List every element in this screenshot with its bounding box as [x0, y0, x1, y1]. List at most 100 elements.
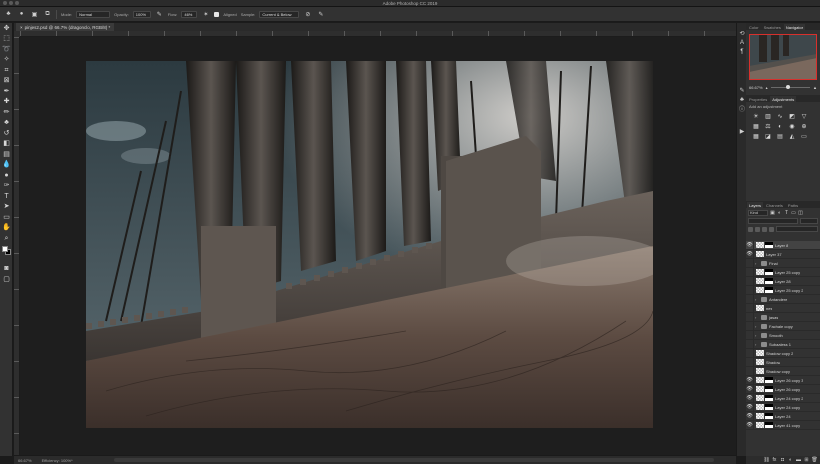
tab-adjustments[interactable]: Adjustments	[770, 96, 797, 102]
layer-mask-thumbnail[interactable]	[765, 377, 773, 383]
ignore-adjustment-layers-icon[interactable]: ⊘	[303, 10, 312, 19]
eraser-tool-icon[interactable]: ◧	[0, 139, 13, 150]
zoom-tool-icon[interactable]: ⌕	[0, 233, 13, 244]
layer-mask-thumbnail[interactable]	[765, 269, 773, 275]
layer-row[interactable]: nes	[746, 303, 820, 313]
frame-tool-icon[interactable]: ⊠	[0, 76, 13, 87]
gradient-map-icon[interactable]: ▭	[800, 133, 808, 140]
brightness-contrast-icon[interactable]: ☀	[752, 113, 760, 120]
invert-icon[interactable]: ◪	[764, 133, 772, 140]
brush-tool-icon[interactable]: ✏	[0, 107, 13, 118]
visibility-eye-icon[interactable]: 👁	[746, 402, 754, 412]
tab-channels[interactable]: Channels	[764, 202, 785, 208]
filter-smart-object-icon[interactable]: ◫	[798, 210, 803, 216]
layer-row[interactable]: › Subaaless 1	[746, 339, 820, 349]
curves-icon[interactable]: ∿	[776, 113, 784, 120]
layer-thumbnail[interactable]	[756, 413, 764, 419]
expand-group-icon[interactable]: ›	[755, 324, 759, 329]
layer-row[interactable]: 👁 Layer 8	[746, 241, 820, 250]
new-group-icon[interactable]: ▬	[796, 457, 801, 463]
layer-thumbnail[interactable]	[756, 251, 764, 257]
expand-group-icon[interactable]: ›	[755, 315, 759, 320]
dodge-tool-icon[interactable]: ●	[0, 170, 13, 181]
lock-all-icon[interactable]	[769, 226, 774, 232]
layer-filter-kind[interactable]: Kind	[748, 209, 768, 216]
type-tool-icon[interactable]: T	[0, 191, 13, 202]
layer-thumbnail[interactable]	[756, 404, 764, 410]
filter-type-icon[interactable]: T	[784, 210, 789, 216]
visibility-eye-icon[interactable]	[746, 330, 754, 340]
posterize-icon[interactable]: ▤	[776, 133, 784, 140]
canvas-area[interactable]	[20, 37, 736, 455]
visibility-eye-icon[interactable]: 👁	[746, 249, 754, 259]
layer-row[interactable]: › jasas	[746, 312, 820, 322]
layer-thumbnail[interactable]	[756, 278, 764, 284]
navigator-thumbnail[interactable]	[749, 34, 817, 80]
layer-thumbnail[interactable]	[756, 395, 764, 401]
tab-layers[interactable]: Layers	[747, 202, 764, 208]
layer-mask-thumbnail[interactable]	[765, 395, 773, 401]
layer-thumbnail[interactable]	[756, 350, 764, 356]
visibility-eye-icon[interactable]	[746, 357, 754, 367]
visibility-eye-icon[interactable]	[746, 366, 754, 376]
exposure-icon[interactable]: ◩	[788, 113, 796, 120]
expand-group-icon[interactable]: ›	[755, 261, 759, 266]
visibility-eye-icon[interactable]	[746, 321, 754, 331]
layer-row[interactable]: Layer 28	[746, 276, 820, 286]
delete-layer-icon[interactable]: 🗑	[811, 457, 817, 463]
layer-row[interactable]: Shadow copy	[746, 366, 820, 376]
visibility-eye-icon[interactable]	[746, 312, 754, 322]
layer-thumbnail[interactable]	[756, 368, 764, 374]
blur-tool-icon[interactable]: 💧	[0, 160, 13, 171]
layer-row[interactable]: 👁 Layer 26 copy 3	[746, 375, 820, 385]
add-layer-style-icon[interactable]: fx	[772, 457, 777, 463]
layer-row[interactable]: › Fachale copy	[746, 321, 820, 331]
path-selection-tool-icon[interactable]: ➤	[0, 202, 13, 213]
tab-navigator[interactable]: Navigator	[783, 24, 806, 30]
layer-opacity-field[interactable]	[800, 218, 818, 224]
toggle-brush-panel-icon[interactable]: ▣	[30, 10, 39, 19]
visibility-eye-icon[interactable]	[746, 267, 754, 277]
layer-mask-thumbnail[interactable]	[765, 422, 773, 428]
navigator-zoom-slider[interactable]	[770, 84, 811, 89]
layer-mask-thumbnail[interactable]	[765, 242, 773, 248]
quick-mask-icon[interactable]: ◙	[0, 263, 13, 274]
blend-mode-select[interactable]	[748, 218, 798, 224]
vibrance-icon[interactable]: ▽	[800, 113, 808, 120]
add-mask-icon[interactable]: ◘	[780, 457, 785, 463]
layer-mask-thumbnail[interactable]	[765, 386, 773, 392]
navigator-zoom-value[interactable]: 66.67%	[749, 85, 763, 90]
crop-tool-icon[interactable]: ⌗	[0, 65, 13, 76]
toggle-clone-source-icon[interactable]: ⧉	[43, 10, 52, 19]
black-white-icon[interactable]: ◐	[776, 123, 784, 130]
layer-row[interactable]: › Smooth	[746, 330, 820, 340]
move-tool-icon[interactable]: ✥	[0, 23, 13, 34]
rectangle-tool-icon[interactable]: ▭	[0, 212, 13, 223]
filter-pixel-icon[interactable]: ▣	[770, 210, 775, 216]
gradient-tool-icon[interactable]: ▤	[0, 149, 13, 160]
lock-position-icon[interactable]	[762, 226, 767, 232]
tab-properties[interactable]: Properties	[747, 96, 769, 102]
layer-row[interactable]: 👁 Layer 26 copy	[746, 384, 820, 394]
layer-mask-thumbnail[interactable]	[765, 413, 773, 419]
hue-saturation-icon[interactable]: ▦	[752, 123, 760, 130]
channel-mixer-icon[interactable]: ⊕	[800, 123, 808, 130]
airbrush-icon[interactable]: ✶	[201, 10, 210, 19]
layer-thumbnail[interactable]	[756, 287, 764, 293]
layer-row[interactable]: 👁 Layer 24 copy	[746, 402, 820, 412]
tab-color[interactable]: Color	[747, 24, 761, 30]
flow-field[interactable]: 46%	[181, 10, 198, 18]
navigator-view-box[interactable]	[749, 34, 817, 80]
layer-thumbnail[interactable]	[756, 305, 764, 311]
expand-group-icon[interactable]: ›	[755, 342, 759, 347]
visibility-eye-icon[interactable]	[746, 303, 754, 313]
visibility-eye-icon[interactable]	[746, 339, 754, 349]
layer-row[interactable]: 👁 Layer 41 copy	[746, 420, 820, 430]
link-layers-icon[interactable]: ⛓	[763, 457, 769, 463]
lasso-tool-icon[interactable]: ➰	[0, 44, 13, 55]
brush-preset-picker-icon[interactable]: ●	[17, 10, 26, 19]
clone-stamp-tool-icon[interactable]: ♣	[4, 10, 13, 19]
eyedropper-tool-icon[interactable]: ✒	[0, 86, 13, 97]
layer-row[interactable]: 👁 Layer 24 copy 2	[746, 393, 820, 403]
threshold-icon[interactable]: ◭	[788, 133, 796, 140]
